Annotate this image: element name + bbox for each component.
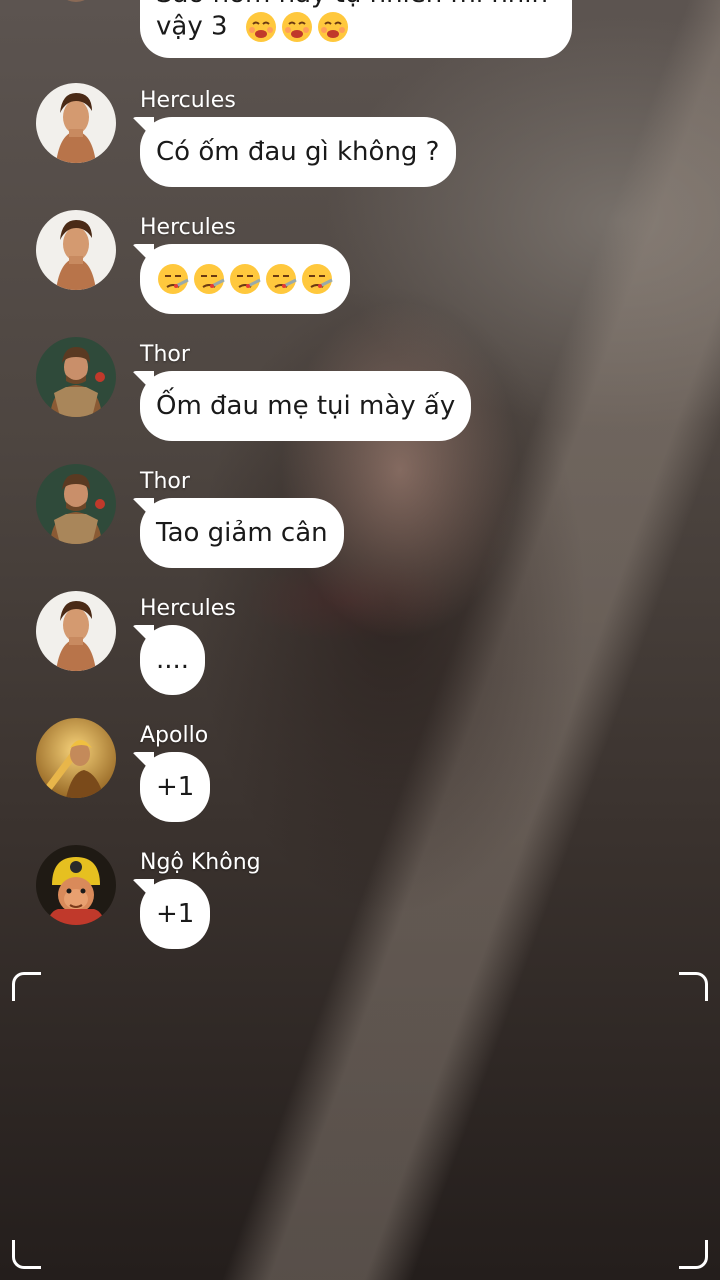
viewfinder-corner-top-left	[12, 972, 41, 1001]
thermometer-face-icon	[192, 262, 226, 296]
message-bubble[interactable]	[140, 244, 350, 314]
message-bubble[interactable]: ....	[140, 625, 206, 695]
message-bubble[interactable]: Ốm đau mẹ tụi mày ấy	[140, 371, 472, 441]
thermometer-face-icon	[228, 262, 262, 296]
message-text: Ốm đau mẹ tụi mày ấy	[156, 391, 456, 421]
message-text: +1	[156, 899, 195, 929]
thermometer-face-icon	[156, 262, 190, 296]
emoji-row	[156, 262, 334, 296]
message-bubble[interactable]: Tao giảm cân	[140, 498, 344, 568]
sender-name: Thor	[140, 469, 190, 494]
message-text: Tao giảm cân	[156, 518, 328, 548]
message-text: vậy 3	[156, 11, 228, 42]
sender-name: Thor	[140, 342, 190, 367]
sender-name: Hercules	[140, 596, 236, 621]
sender-name: Ngộ Không	[140, 850, 261, 875]
apollo-avatar[interactable]	[36, 718, 116, 798]
message-bubble[interactable]: +1	[140, 752, 211, 822]
sender-name: Apollo	[140, 723, 209, 748]
message-text: Sao hôm nay tự nhiên mi nhìn	[156, 0, 548, 10]
hercules-avatar[interactable]	[36, 83, 116, 163]
message-bubble[interactable]: +1	[140, 879, 211, 949]
ngo-khong-avatar[interactable]	[36, 845, 116, 925]
sender-name: Hercules	[140, 215, 236, 240]
sender-name: Hercules	[140, 88, 236, 113]
message-text: ....	[156, 645, 190, 675]
thor-avatar[interactable]	[36, 337, 116, 417]
message-bubble[interactable]: Có ốm đau gì không ?	[140, 117, 456, 187]
viewfinder-corner-bottom-left	[12, 1240, 41, 1269]
message-bubble[interactable]: Sao hôm nay tự nhiên mi nhìn vậy 3	[140, 0, 572, 58]
message-text-line2: vậy 3	[156, 10, 350, 44]
thermometer-face-icon	[264, 262, 298, 296]
emoji-row	[244, 10, 350, 44]
viewfinder-corner-top-right	[679, 972, 708, 1001]
hercules-avatar[interactable]	[36, 591, 116, 671]
weary-face-icon	[244, 10, 278, 44]
hercules-avatar[interactable]	[36, 210, 116, 290]
thor-avatar[interactable]	[36, 464, 116, 544]
viewfinder-corner-bottom-right	[679, 1240, 708, 1269]
message-text: +1	[156, 772, 195, 802]
weary-face-icon	[280, 10, 314, 44]
thermometer-face-icon	[300, 262, 334, 296]
message-text: Có ốm đau gì không ?	[156, 137, 440, 167]
weary-face-icon	[316, 10, 350, 44]
